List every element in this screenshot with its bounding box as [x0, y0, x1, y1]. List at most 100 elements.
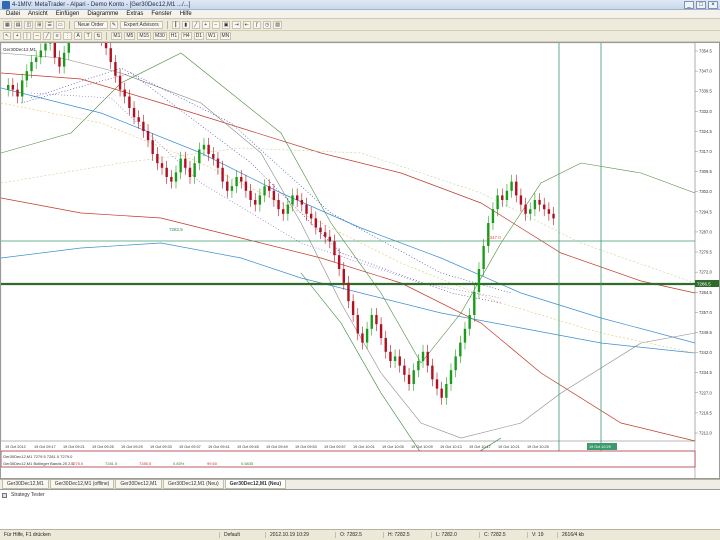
candle-body [34, 57, 38, 62]
candle-body [128, 96, 131, 108]
tile-windows-icon[interactable]: ▣ [221, 21, 231, 29]
horizontal-line-icon[interactable]: ─ [33, 32, 42, 40]
candle-body [7, 85, 10, 90]
templates-icon[interactable]: ▧ [273, 21, 282, 29]
price-chart[interactable]: 7354.5 7347.0 7339.5 7332.0 7324.5 7317.0 7309… [1, 43, 719, 478]
chart-window[interactable]: 7354.5 7347.0 7339.5 7332.0 7324.5 7317.0 7309… [0, 42, 720, 479]
period-m5[interactable]: M5 [124, 32, 136, 40]
cursor-icon[interactable]: ↖ [3, 32, 12, 40]
expert-advisors-button[interactable]: Expert Advisors [119, 21, 163, 29]
level-label: 7282.5 [169, 227, 183, 232]
indicator-value: 7281.5 [105, 461, 118, 466]
menu-extras[interactable]: Extras [122, 10, 147, 18]
autoscroll-icon[interactable]: ⇥ [232, 21, 241, 29]
line-chart-icon[interactable]: ╱ [191, 21, 200, 29]
menu-datei[interactable]: Datei [2, 10, 24, 18]
candle-body [48, 43, 52, 44]
candle-body [240, 177, 243, 182]
zoom-out-icon[interactable]: − [211, 21, 220, 29]
channel-icon[interactable]: ≡ [53, 32, 62, 40]
candle-body [524, 204, 527, 214]
time-tick-label: 19 Oct 09:41 [208, 445, 230, 449]
period-m30[interactable]: M30 [153, 32, 167, 40]
status-traffic: 2616/4 kb [562, 532, 584, 538]
candle-body [473, 292, 476, 315]
period-h1[interactable]: H1 [168, 32, 180, 40]
tab-chart-1[interactable]: Ger30Dec12,M1 [2, 480, 49, 489]
close-button[interactable]: × [708, 1, 718, 9]
time-tick-label: 19 Oct 10:17 [469, 445, 491, 449]
period-m15[interactable]: M15 [137, 32, 152, 40]
candle-body [519, 195, 523, 205]
tab-chart-4[interactable]: Ger30Dec12,M1 (Neu) [163, 480, 224, 489]
menu-diagramme[interactable]: Diagramme [83, 10, 122, 18]
price-tick-label: 7219.5 [699, 410, 712, 415]
candle-chart-icon[interactable]: ▮ [181, 21, 190, 29]
candle-body [421, 351, 425, 361]
indicator-value: 7285.5 [139, 461, 152, 466]
fibonacci-icon[interactable]: ⋮ [63, 32, 73, 40]
navigator-icon[interactable]: ☰ [45, 21, 54, 29]
candle-body [114, 62, 117, 76]
price-tick-label: 7249.5 [699, 330, 712, 335]
time-tick-label: 19 Oct 10:25 [527, 445, 549, 449]
candle-body [379, 324, 383, 338]
candle-body [151, 140, 154, 154]
menu-ansicht[interactable]: Ansicht [24, 10, 52, 18]
indicator-name-line: Ger30Dec12,M1 Bollinger Bands 20 2.0 [3, 461, 74, 466]
price-tick-label: 7339.5 [699, 89, 712, 94]
period-mn[interactable]: MN [219, 32, 232, 40]
chart-shift-icon[interactable]: ⇤ [242, 21, 251, 29]
period-h4[interactable]: H4 [181, 32, 192, 40]
price-tick-label: 7279.5 [699, 250, 712, 255]
trendline-icon[interactable]: ╱ [43, 32, 52, 40]
label-icon[interactable]: T [84, 32, 93, 40]
candle-body [533, 200, 537, 210]
data-window-icon[interactable]: ⊞ [35, 21, 44, 29]
vertical-line-icon[interactable]: │ [23, 32, 32, 40]
profiles-icon[interactable]: ▤ [13, 21, 23, 29]
candle-body [547, 209, 551, 214]
maximize-button[interactable]: □ [696, 1, 706, 9]
market-watch-icon[interactable]: ◫ [24, 21, 34, 29]
candle-body [235, 177, 238, 187]
new-order-button[interactable]: Neue Order [73, 21, 108, 29]
level-label: 7347.0 [487, 235, 501, 240]
candle-body [468, 315, 471, 329]
period-d1[interactable]: D1 [193, 32, 204, 40]
candle-body [104, 43, 108, 49]
bar-chart-icon[interactable]: ┃ [171, 21, 180, 29]
menu-hilfe[interactable]: Hilfe [176, 10, 196, 18]
periods-icon[interactable]: ◷ [262, 21, 272, 29]
indicators-icon[interactable]: ƒ [252, 21, 261, 29]
text-icon[interactable]: A [74, 32, 83, 40]
metaeditor-icon[interactable]: ✎ [109, 21, 118, 29]
terminal-icon[interactable]: ▭ [55, 21, 65, 29]
price-tick-label: 7227.0 [699, 390, 712, 395]
new-chart-icon[interactable]: ▦ [3, 21, 12, 29]
candle-body [440, 388, 443, 398]
period-m1[interactable]: M1 [111, 32, 123, 40]
arrows-icon[interactable]: ⇅ [94, 32, 103, 40]
minimize-button[interactable]: _ [684, 1, 694, 9]
close-panel-icon[interactable] [2, 492, 7, 498]
candle-body [226, 181, 229, 191]
candle-body [463, 328, 467, 343]
candle-body [337, 255, 341, 269]
time-tick-label: 19 Oct 2012 [5, 445, 26, 449]
candle-body [221, 167, 224, 182]
time-tick-label: 19 Oct 10:09 [411, 445, 433, 449]
candle-body [435, 379, 439, 389]
period-w1[interactable]: W1 [206, 32, 218, 40]
crosshair-icon[interactable]: + [13, 32, 22, 40]
menu-einfuegen[interactable]: Einfügen [52, 10, 84, 18]
candle-body [393, 356, 397, 361]
candle-body [272, 190, 276, 200]
candle-body [510, 181, 513, 191]
zoom-in-icon[interactable]: + [201, 21, 210, 29]
tab-chart-5[interactable]: Ger30Dec12,M1 (Neu) [224, 480, 287, 489]
tab-chart-3[interactable]: Ger30Dec12,M1 [115, 480, 163, 489]
tab-chart-2[interactable]: Ger30Dec12,M1 (offline) [49, 480, 115, 489]
chart-symbol-label: Ger30Dec12,M1 [3, 47, 37, 52]
menu-fenster[interactable]: Fenster [147, 10, 175, 18]
